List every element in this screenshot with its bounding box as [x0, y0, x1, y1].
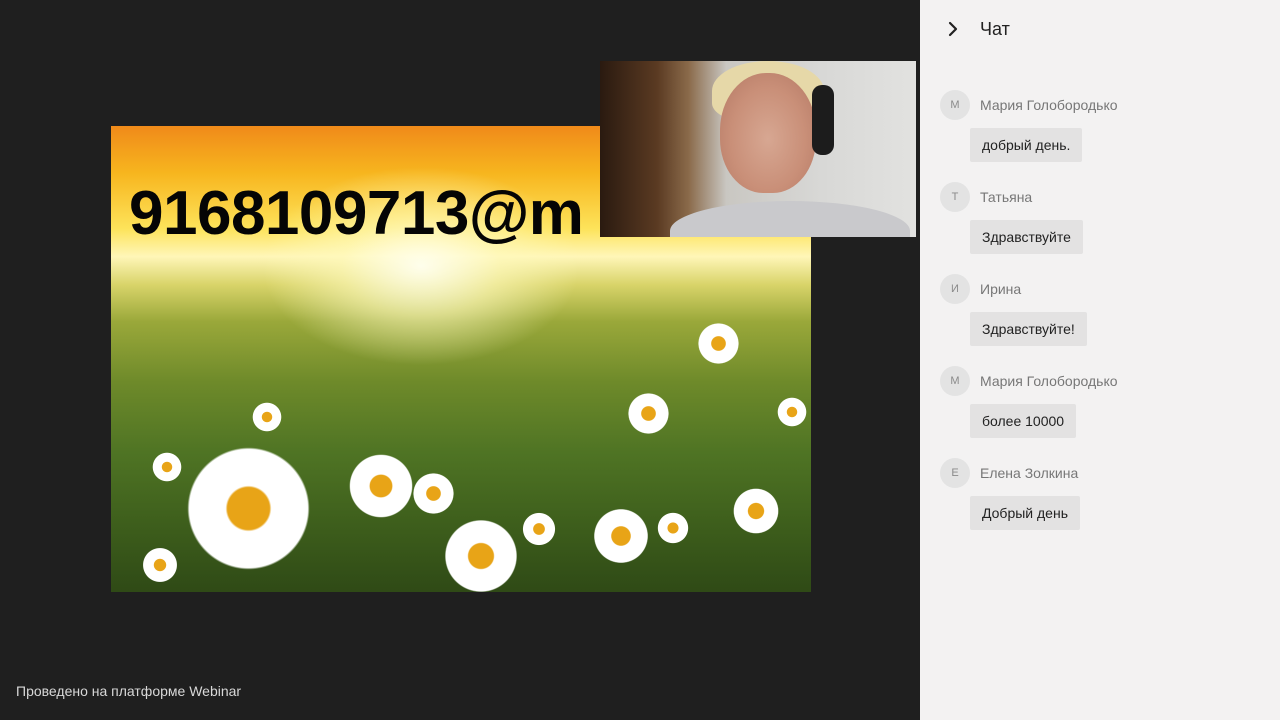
- daisy-flower: [411, 471, 456, 516]
- chat-title: Чат: [980, 19, 1010, 39]
- message-bubble: Здравствуйте: [970, 220, 1083, 254]
- daisy-flower: [626, 391, 671, 436]
- message-author: Елена Золкина: [980, 465, 1079, 481]
- presenter-body: [670, 201, 910, 237]
- message-author: Ирина: [980, 281, 1022, 297]
- avatar: Т: [940, 182, 970, 212]
- presenter-webcam: [600, 61, 916, 237]
- chat-message-list: М Мария Голобородько добрый день. Т Тать…: [940, 90, 1260, 550]
- message-bubble: более 10000: [970, 404, 1077, 438]
- message-bubble: Добрый день: [970, 496, 1080, 530]
- presenter-face: [720, 73, 816, 193]
- daisy-flower: [346, 451, 416, 521]
- daisy-flower: [731, 486, 781, 536]
- message-author: Мария Голобородько: [980, 97, 1118, 113]
- chat-message: Т Татьяна Здравствуйте: [940, 182, 1260, 274]
- daisy-flower: [251, 401, 283, 433]
- daisy-flower: [181, 441, 316, 576]
- message-author: Татьяна: [980, 189, 1033, 205]
- headset-icon: [812, 85, 834, 155]
- message-bubble: добрый день.: [970, 128, 1083, 162]
- chat-message: Е Елена Золкина Добрый день: [940, 458, 1260, 550]
- chevron-right-icon[interactable]: [946, 20, 960, 38]
- chat-message: М Мария Голобородько более 10000: [940, 366, 1260, 458]
- avatar: М: [940, 90, 970, 120]
- chat-message: И Ирина Здравствуйте!: [940, 274, 1260, 366]
- daisy-flower: [591, 506, 651, 566]
- message-author: Мария Голобородько: [980, 373, 1118, 389]
- slide-email-text: 9168109713@m: [129, 179, 584, 248]
- chat-panel: Чат М Мария Голобородько добрый день. Т …: [920, 0, 1280, 720]
- daisy-flower: [776, 396, 808, 428]
- chat-message: М Мария Голобородько добрый день.: [940, 90, 1260, 182]
- presentation-stage: 9168109713@m Проведено на платформе Webi…: [0, 0, 920, 720]
- avatar: Е: [940, 458, 970, 488]
- message-bubble: Здравствуйте!: [970, 312, 1087, 346]
- avatar: И: [940, 274, 970, 304]
- daisy-flower: [141, 546, 179, 584]
- daisy-flower: [151, 451, 183, 483]
- avatar: М: [940, 366, 970, 396]
- daisy-flower: [696, 321, 741, 366]
- chat-header: Чат: [920, 0, 1280, 58]
- daisy-flower: [441, 516, 521, 592]
- daisy-flower: [521, 511, 557, 547]
- daisy-flower: [656, 511, 690, 545]
- platform-note: Проведено на платформе Webinar: [16, 683, 242, 699]
